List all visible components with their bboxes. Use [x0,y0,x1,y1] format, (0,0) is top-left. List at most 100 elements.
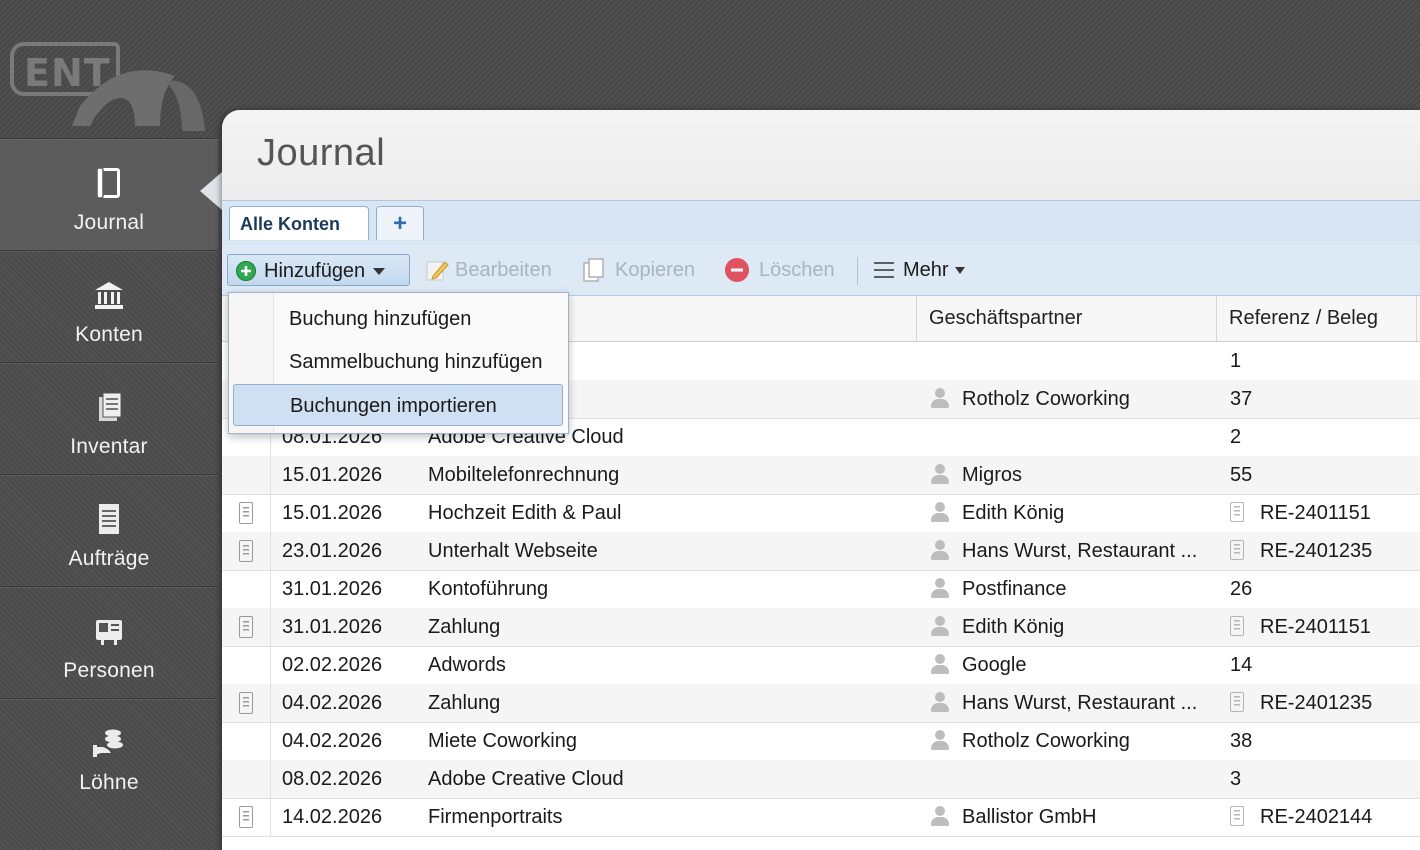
table-row[interactable]: 02.02.2026 Adwords Google 14 [222,646,1420,685]
table-row[interactable]: 08.02.2026 Adobe Creative Cloud 3 [222,760,1420,799]
person-icon [930,692,950,712]
add-dropdown-menu: Buchung hinzufügen Sammelbuchung hinzufü… [228,292,569,434]
sidebar-item-label: Personen [63,659,155,682]
reference-value: 26 [1230,578,1253,600]
table-row[interactable]: 04.02.2026 Miete Coworking Rotholz Coworki… [222,722,1420,761]
partner-name: Rotholz Coworking [962,730,1130,752]
receipt-icon[interactable] [239,540,253,562]
column-header-partner[interactable]: Geschäftspartner [916,296,1216,341]
attachment-cell [222,608,271,646]
date-cell: 08.02.2026 [282,768,383,790]
text-cell: Miete Coworking [428,730,577,752]
attachment-cell [222,684,271,722]
reference-value: 37 [1230,388,1253,410]
partner-name: Rotholz Coworking [962,388,1130,410]
menu-item-add-booking[interactable]: Buchung hinzufügen [233,298,563,340]
more-button[interactable]: Mehr [873,254,965,286]
receipt-icon [1230,692,1244,712]
sidebar-item-label: Journal [73,211,145,234]
reference-value: 1 [1230,350,1242,372]
add-button-label: Hinzufügen [264,260,366,282]
panel-header: Journal [222,110,1420,200]
reference-value: RE-2401235 [1260,540,1373,562]
date-cell: 31.01.2026 [282,616,383,638]
notebook-icon [96,167,120,199]
attachment-cell [222,494,271,532]
reference-value: RE-2401151 [1260,502,1371,524]
table-row[interactable]: 31.01.2026 Kontoführung Postfinance 26 [222,570,1420,609]
tab-bar: Alle Konten + [222,200,1420,246]
edit-button[interactable]: Bearbeiten [425,254,552,286]
logo-emblem-icon [72,70,205,131]
sidebar-item-loehne[interactable]: Löhne [0,698,218,811]
table-row[interactable]: 04.02.2026 Zahlung Hans Wurst, Restaurant … [222,684,1420,723]
reference-value: RE-2401235 [1260,692,1373,714]
text-cell: Adwords [428,654,506,676]
menu-icon [874,262,894,278]
date-cell: 04.02.2026 [282,730,383,752]
date-cell: 15.01.2026 [282,464,383,486]
menu-item-import-bookings[interactable]: Buchungen importieren [233,384,563,426]
more-button-label: Mehr [903,259,949,281]
receipt-icon[interactable] [239,616,253,638]
receipt-icon [1230,502,1244,522]
toolbar: Hinzufügen Bearbeiten Kopieren Löschen M… [222,245,1420,296]
add-button[interactable]: Hinzufügen [227,254,410,286]
reference-cell: RE-2402144 [1230,798,1420,836]
sidebar-item-label: Konten [75,323,143,346]
table-row[interactable]: 14.02.2026 Firmenportraits Ballistor GmbH R… [222,798,1420,837]
inventory-icon [99,392,122,421]
active-indicator [200,172,222,210]
reference-value: 38 [1230,730,1253,752]
person-icon [930,464,950,484]
person-icon [930,616,950,636]
partner-cell: Rotholz Coworking [930,722,1210,760]
sidebar-item-inventar[interactable]: Inventar [0,362,218,475]
sidebar-item-label: Löhne [79,771,139,794]
partner-cell: Hans Wurst, Restaurant ... [930,684,1210,722]
partner-cell: Edith König [930,608,1210,646]
person-icon [930,730,950,750]
reference-cell: 2 [1230,418,1420,456]
person-icon [930,654,950,674]
date-cell: 15.01.2026 [282,502,383,524]
text-cell: Zahlung [428,616,501,638]
text-cell: Mobiltelefonrechnung [428,464,620,486]
receipt-icon[interactable] [239,502,253,524]
sidebar-item-auftraege[interactable]: Aufträge [0,474,218,587]
partner-cell: Ballistor GmbH [930,798,1210,836]
bank-icon [95,282,123,309]
sidebar-item-label: Aufträge [68,547,150,570]
column-header-reference[interactable]: Referenz / Beleg [1216,296,1416,341]
table-row[interactable]: 15.01.2026 Mobiltelefonrechnung Migros 55 [222,456,1420,495]
receipt-icon[interactable] [239,806,253,828]
sidebar-item-journal[interactable]: Journal [0,138,218,251]
table-row[interactable]: 23.01.2026 Unterhalt Webseite Hans Wurst, … [222,532,1420,571]
add-tab-button[interactable]: + [376,206,424,240]
partner-cell: Hans Wurst, Restaurant ... [930,532,1210,570]
app-logo[interactable]: ENT [10,36,210,136]
partner-name: Ballistor GmbH [962,806,1097,828]
partner-cell [930,342,1210,380]
menu-item-add-batch-booking[interactable]: Sammelbuchung hinzufügen [233,341,563,383]
receipt-icon[interactable] [239,692,253,714]
attachment-cell [222,798,271,836]
table-row[interactable]: 31.01.2026 Zahlung Edith König RE-2401151 [222,608,1420,647]
person-icon [930,502,950,522]
table-row[interactable]: 15.01.2026 Hochzeit Edith & Paul Edith Kön… [222,494,1420,533]
reference-value: 14 [1230,654,1253,676]
receipt-icon [1230,806,1244,826]
partner-cell: Migros [930,456,1210,494]
text-cell: Unterhalt Webseite [428,540,598,562]
sidebar-item-konten[interactable]: Konten [0,250,218,363]
toolbar-divider [857,257,858,285]
pencil-icon [426,261,449,281]
delete-button[interactable]: Löschen [723,254,835,286]
partner-cell [930,760,1210,798]
sidebar-item-personen[interactable]: Personen [0,586,218,699]
column-header-extra[interactable] [1416,296,1420,341]
receipt-icon [1230,616,1244,636]
partner-name: Google [962,654,1027,676]
tab-alle-konten[interactable]: Alle Konten [229,206,369,240]
copy-button[interactable]: Kopieren [581,254,695,286]
